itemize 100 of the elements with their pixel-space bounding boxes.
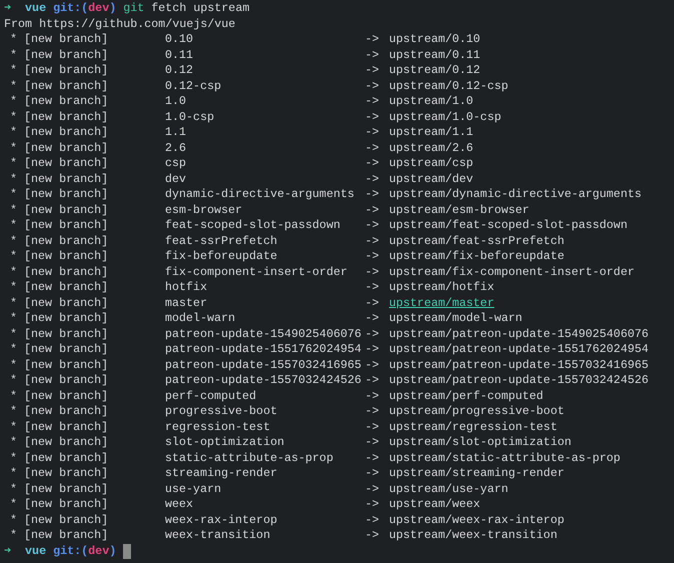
branch-name: hotfix (165, 280, 208, 296)
repo-name: vue (25, 544, 46, 559)
mapping-arrow: -> (365, 497, 380, 512)
status-mark: * (10, 296, 18, 311)
mapping-arrow: -> (365, 125, 380, 140)
status-mark: * (10, 358, 18, 373)
flag-label: [new branch] (24, 249, 110, 264)
flag-label: [new branch] (24, 342, 110, 358)
status-mark: * (10, 404, 18, 420)
mapping-arrow: -> (365, 528, 380, 544)
branch-name: csp (165, 156, 188, 172)
flag-label: [new branch] (24, 140, 110, 156)
command-name: git (123, 1, 144, 16)
remote-branch: upstream/patreon-update-1551762024954 (389, 342, 649, 358)
branch-name: 0.12-csp (165, 78, 222, 94)
mapping-arrow: -> (365, 404, 380, 420)
flag-label: [new branch] (24, 172, 110, 187)
branch-name: slot-optimization (165, 435, 286, 450)
mapping-arrow: -> (365, 296, 380, 311)
mapping-arrow: -> (365, 326, 380, 342)
flag-label: [new branch] (24, 482, 110, 497)
status-mark: * (10, 156, 18, 172)
flag-label: [new branch] (24, 202, 110, 218)
flag-label: [new branch] (24, 404, 110, 420)
branch-name: regression-test (165, 420, 272, 435)
flag-label: [new branch] (24, 32, 110, 48)
status-mark: * (10, 528, 18, 544)
status-mark: * (10, 280, 18, 296)
fetch-source-line: From https://github.com/vuejs/vue (4, 16, 236, 32)
branch-name: weex-rax-interop (165, 512, 278, 528)
mapping-arrow: -> (365, 218, 380, 234)
remote-branch: upstream/patreon-update-1557032424526 (389, 373, 649, 388)
status-mark: * (10, 342, 18, 358)
status-mark: * (10, 482, 18, 497)
branch-name: streaming-render (165, 466, 278, 482)
remote-branch: upstream/2.6 (389, 140, 474, 156)
branch-name: patreon-update-1557032424526 (165, 373, 362, 388)
remote-branch: upstream/0.12-csp (389, 78, 508, 94)
branch-name: weex (165, 497, 194, 512)
flag-label: [new branch] (24, 512, 110, 528)
flag-label: [new branch] (24, 420, 110, 435)
flag-label: [new branch] (24, 358, 110, 373)
mapping-arrow: -> (365, 358, 380, 373)
flag-label: [new branch] (24, 326, 110, 342)
branch-name: dev (88, 544, 110, 559)
mapping-arrow: -> (365, 94, 380, 110)
status-mark: * (10, 48, 18, 63)
branch-name: 0.10 (165, 32, 194, 48)
prompt-arrow: ➜ (4, 544, 12, 559)
mapping-arrow: -> (365, 172, 380, 187)
cursor-icon (123, 544, 132, 559)
remote-branch: upstream/dynamic-directive-arguments (389, 187, 642, 202)
remote-branch: upstream/feat-scoped-slot-passdown (389, 218, 628, 234)
remote-branch: upstream/progressive-boot (389, 404, 564, 420)
status-mark: * (10, 373, 18, 388)
status-mark: * (10, 435, 18, 450)
remote-branch: upstream/0.12 (389, 63, 480, 78)
remote-branch: upstream/regression-test (389, 420, 558, 435)
branch-name: 1.1 (165, 125, 188, 140)
status-mark: * (10, 110, 18, 125)
flag-label: [new branch] (24, 280, 110, 296)
flag-label: [new branch] (24, 156, 110, 172)
mapping-arrow: -> (365, 63, 380, 78)
branch-name: esm-browser (165, 202, 244, 218)
status-mark: * (10, 420, 18, 435)
mapping-arrow: -> (365, 388, 380, 404)
mapping-arrow: -> (365, 32, 380, 48)
flag-label: [new branch] (24, 296, 110, 311)
mapping-arrow: -> (365, 48, 380, 63)
mapping-arrow: -> (365, 110, 380, 125)
branch-name: dev (165, 172, 188, 187)
status-mark: * (10, 172, 18, 187)
mapping-arrow: -> (365, 249, 380, 264)
remote-branch: upstream/patreon-update-1557032416965 (389, 358, 649, 373)
remote-branch-link[interactable]: upstream/master (389, 296, 494, 311)
status-mark: * (10, 512, 18, 528)
branch-name: static-attribute-as-prop (165, 450, 334, 466)
flag-label: [new branch] (24, 311, 110, 326)
branch-name: patreon-update-1557032416965 (165, 358, 362, 373)
branch-name: progressive-boot (165, 404, 278, 420)
remote-branch: upstream/weex-rax-interop (389, 512, 564, 528)
status-mark: * (10, 187, 18, 202)
branch-name: patreon-update-1551762024954 (165, 342, 362, 358)
flag-label: [new branch] (24, 78, 110, 94)
remote-branch: upstream/0.10 (389, 32, 480, 48)
flag-label: [new branch] (24, 497, 110, 512)
flag-label: [new branch] (24, 388, 110, 404)
mapping-arrow: -> (365, 78, 380, 94)
flag-label: [new branch] (24, 63, 110, 78)
mapping-arrow: -> (365, 156, 380, 172)
command-args: fetch upstream (151, 1, 250, 16)
flag-label: [new branch] (24, 466, 110, 482)
remote-branch: upstream/0.11 (389, 48, 480, 63)
flag-label: [new branch] (24, 435, 110, 450)
remote-branch: upstream/patreon-update-1549025406076 (389, 326, 649, 342)
mapping-arrow: -> (365, 234, 380, 249)
branch-name: 1.0-csp (165, 110, 216, 125)
remote-branch: upstream/1.0-csp (389, 110, 502, 125)
flag-label: [new branch] (24, 48, 110, 63)
remote-branch: upstream/esm-browser (389, 202, 530, 218)
